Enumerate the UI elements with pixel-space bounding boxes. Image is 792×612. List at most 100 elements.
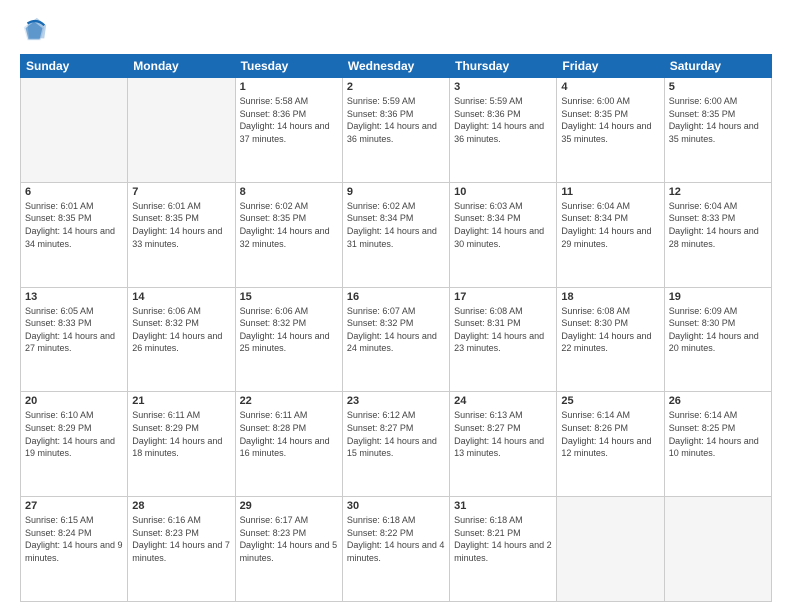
day-number: 8: [240, 186, 338, 198]
header: [20, 16, 772, 44]
week-row-3: 13 Sunrise: 6:05 AMSunset: 8:33 PMDaylig…: [21, 287, 772, 392]
day-number: 31: [454, 500, 552, 512]
calendar-cell: [664, 497, 771, 602]
day-number: 16: [347, 291, 445, 303]
col-monday: Monday: [128, 55, 235, 78]
day-info: Sunrise: 6:07 AMSunset: 8:32 PMDaylight:…: [347, 305, 445, 355]
day-number: 18: [561, 291, 659, 303]
day-number: 29: [240, 500, 338, 512]
day-info: Sunrise: 6:04 AMSunset: 8:33 PMDaylight:…: [669, 200, 767, 250]
day-info: Sunrise: 6:08 AMSunset: 8:31 PMDaylight:…: [454, 305, 552, 355]
day-info: Sunrise: 5:59 AMSunset: 8:36 PMDaylight:…: [347, 95, 445, 145]
col-wednesday: Wednesday: [342, 55, 449, 78]
logo: [20, 16, 52, 44]
day-info: Sunrise: 6:04 AMSunset: 8:34 PMDaylight:…: [561, 200, 659, 250]
day-number: 27: [25, 500, 123, 512]
day-info: Sunrise: 6:18 AMSunset: 8:21 PMDaylight:…: [454, 514, 552, 564]
calendar-cell: 5 Sunrise: 6:00 AMSunset: 8:35 PMDayligh…: [664, 78, 771, 183]
logo-icon: [20, 16, 48, 44]
day-number: 21: [132, 395, 230, 407]
calendar-cell: 19 Sunrise: 6:09 AMSunset: 8:30 PMDaylig…: [664, 287, 771, 392]
page: Sunday Monday Tuesday Wednesday Thursday…: [0, 0, 792, 612]
calendar-cell: 27 Sunrise: 6:15 AMSunset: 8:24 PMDaylig…: [21, 497, 128, 602]
day-number: 30: [347, 500, 445, 512]
calendar-cell: 30 Sunrise: 6:18 AMSunset: 8:22 PMDaylig…: [342, 497, 449, 602]
calendar-cell: 16 Sunrise: 6:07 AMSunset: 8:32 PMDaylig…: [342, 287, 449, 392]
calendar-cell: 25 Sunrise: 6:14 AMSunset: 8:26 PMDaylig…: [557, 392, 664, 497]
calendar-cell: 4 Sunrise: 6:00 AMSunset: 8:35 PMDayligh…: [557, 78, 664, 183]
day-info: Sunrise: 6:06 AMSunset: 8:32 PMDaylight:…: [240, 305, 338, 355]
day-number: 26: [669, 395, 767, 407]
day-info: Sunrise: 5:59 AMSunset: 8:36 PMDaylight:…: [454, 95, 552, 145]
day-number: 2: [347, 81, 445, 93]
day-number: 10: [454, 186, 552, 198]
day-number: 13: [25, 291, 123, 303]
day-info: Sunrise: 6:02 AMSunset: 8:34 PMDaylight:…: [347, 200, 445, 250]
day-number: 25: [561, 395, 659, 407]
col-thursday: Thursday: [450, 55, 557, 78]
calendar-cell: 9 Sunrise: 6:02 AMSunset: 8:34 PMDayligh…: [342, 182, 449, 287]
calendar-cell: [21, 78, 128, 183]
week-row-1: 1 Sunrise: 5:58 AMSunset: 8:36 PMDayligh…: [21, 78, 772, 183]
calendar-cell: 2 Sunrise: 5:59 AMSunset: 8:36 PMDayligh…: [342, 78, 449, 183]
day-info: Sunrise: 6:08 AMSunset: 8:30 PMDaylight:…: [561, 305, 659, 355]
day-info: Sunrise: 6:06 AMSunset: 8:32 PMDaylight:…: [132, 305, 230, 355]
week-row-2: 6 Sunrise: 6:01 AMSunset: 8:35 PMDayligh…: [21, 182, 772, 287]
calendar-cell: 26 Sunrise: 6:14 AMSunset: 8:25 PMDaylig…: [664, 392, 771, 497]
calendar-cell: 28 Sunrise: 6:16 AMSunset: 8:23 PMDaylig…: [128, 497, 235, 602]
day-info: Sunrise: 6:12 AMSunset: 8:27 PMDaylight:…: [347, 409, 445, 459]
day-number: 17: [454, 291, 552, 303]
calendar-cell: 15 Sunrise: 6:06 AMSunset: 8:32 PMDaylig…: [235, 287, 342, 392]
calendar-cell: 24 Sunrise: 6:13 AMSunset: 8:27 PMDaylig…: [450, 392, 557, 497]
day-number: 14: [132, 291, 230, 303]
day-info: Sunrise: 6:17 AMSunset: 8:23 PMDaylight:…: [240, 514, 338, 564]
calendar-cell: 17 Sunrise: 6:08 AMSunset: 8:31 PMDaylig…: [450, 287, 557, 392]
day-number: 4: [561, 81, 659, 93]
calendar-cell: 13 Sunrise: 6:05 AMSunset: 8:33 PMDaylig…: [21, 287, 128, 392]
day-number: 20: [25, 395, 123, 407]
day-info: Sunrise: 6:15 AMSunset: 8:24 PMDaylight:…: [25, 514, 123, 564]
day-number: 23: [347, 395, 445, 407]
calendar-cell: 1 Sunrise: 5:58 AMSunset: 8:36 PMDayligh…: [235, 78, 342, 183]
calendar-cell: 7 Sunrise: 6:01 AMSunset: 8:35 PMDayligh…: [128, 182, 235, 287]
day-number: 24: [454, 395, 552, 407]
day-info: Sunrise: 6:16 AMSunset: 8:23 PMDaylight:…: [132, 514, 230, 564]
day-number: 11: [561, 186, 659, 198]
day-number: 6: [25, 186, 123, 198]
day-info: Sunrise: 6:14 AMSunset: 8:26 PMDaylight:…: [561, 409, 659, 459]
day-info: Sunrise: 6:13 AMSunset: 8:27 PMDaylight:…: [454, 409, 552, 459]
calendar-cell: 10 Sunrise: 6:03 AMSunset: 8:34 PMDaylig…: [450, 182, 557, 287]
day-info: Sunrise: 6:00 AMSunset: 8:35 PMDaylight:…: [561, 95, 659, 145]
day-info: Sunrise: 6:03 AMSunset: 8:34 PMDaylight:…: [454, 200, 552, 250]
day-info: Sunrise: 6:18 AMSunset: 8:22 PMDaylight:…: [347, 514, 445, 564]
day-info: Sunrise: 6:01 AMSunset: 8:35 PMDaylight:…: [132, 200, 230, 250]
day-number: 12: [669, 186, 767, 198]
week-row-5: 27 Sunrise: 6:15 AMSunset: 8:24 PMDaylig…: [21, 497, 772, 602]
day-info: Sunrise: 6:09 AMSunset: 8:30 PMDaylight:…: [669, 305, 767, 355]
day-number: 7: [132, 186, 230, 198]
day-info: Sunrise: 6:10 AMSunset: 8:29 PMDaylight:…: [25, 409, 123, 459]
col-saturday: Saturday: [664, 55, 771, 78]
calendar-header-row: Sunday Monday Tuesday Wednesday Thursday…: [21, 55, 772, 78]
day-info: Sunrise: 6:00 AMSunset: 8:35 PMDaylight:…: [669, 95, 767, 145]
day-info: Sunrise: 6:01 AMSunset: 8:35 PMDaylight:…: [25, 200, 123, 250]
day-number: 1: [240, 81, 338, 93]
calendar-cell: 6 Sunrise: 6:01 AMSunset: 8:35 PMDayligh…: [21, 182, 128, 287]
day-number: 3: [454, 81, 552, 93]
calendar-cell: 3 Sunrise: 5:59 AMSunset: 8:36 PMDayligh…: [450, 78, 557, 183]
calendar-cell: [557, 497, 664, 602]
day-number: 22: [240, 395, 338, 407]
day-info: Sunrise: 6:05 AMSunset: 8:33 PMDaylight:…: [25, 305, 123, 355]
day-info: Sunrise: 6:14 AMSunset: 8:25 PMDaylight:…: [669, 409, 767, 459]
day-number: 5: [669, 81, 767, 93]
day-info: Sunrise: 6:11 AMSunset: 8:28 PMDaylight:…: [240, 409, 338, 459]
day-number: 9: [347, 186, 445, 198]
calendar-cell: 18 Sunrise: 6:08 AMSunset: 8:30 PMDaylig…: [557, 287, 664, 392]
calendar-cell: 22 Sunrise: 6:11 AMSunset: 8:28 PMDaylig…: [235, 392, 342, 497]
day-info: Sunrise: 6:11 AMSunset: 8:29 PMDaylight:…: [132, 409, 230, 459]
calendar-table: Sunday Monday Tuesday Wednesday Thursday…: [20, 54, 772, 602]
day-info: Sunrise: 5:58 AMSunset: 8:36 PMDaylight:…: [240, 95, 338, 145]
calendar-cell: 29 Sunrise: 6:17 AMSunset: 8:23 PMDaylig…: [235, 497, 342, 602]
col-sunday: Sunday: [21, 55, 128, 78]
day-info: Sunrise: 6:02 AMSunset: 8:35 PMDaylight:…: [240, 200, 338, 250]
